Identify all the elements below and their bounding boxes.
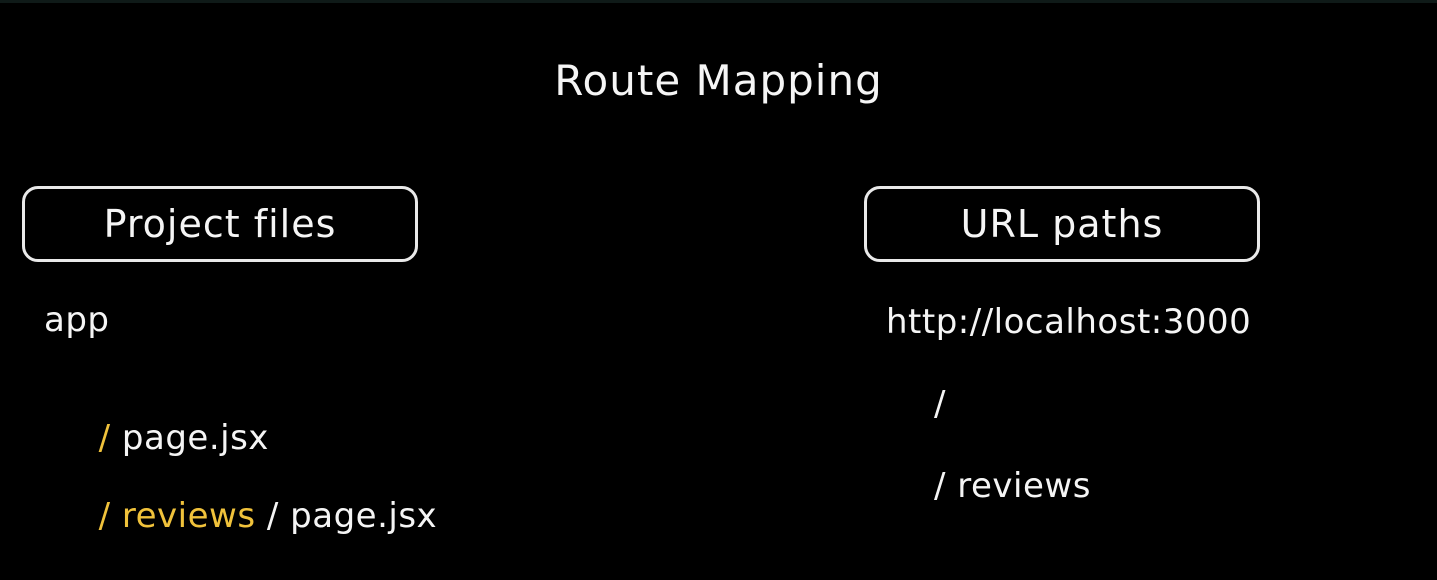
- page-title: Route Mapping: [554, 56, 883, 105]
- file-name: page.jsx: [290, 496, 438, 536]
- file-name: page.jsx: [121, 418, 269, 458]
- url-path-reviews: / reviews: [934, 466, 1091, 506]
- file-row-root: / page.jsx: [76, 378, 269, 458]
- base-url: http://localhost:3000: [886, 302, 1252, 342]
- url-paths-label: URL paths: [960, 202, 1164, 246]
- url-paths-header: URL paths: [864, 186, 1260, 262]
- path-separator: /: [98, 496, 111, 536]
- url-path-root: /: [934, 384, 946, 424]
- project-files-header: Project files: [22, 186, 418, 262]
- path-separator: /: [98, 418, 111, 458]
- file-row-reviews: / reviews / page.jsx: [76, 456, 437, 536]
- project-files-label: Project files: [103, 202, 337, 246]
- top-border: [0, 0, 1437, 3]
- path-separator: /: [266, 496, 279, 536]
- folder-segment: reviews: [121, 496, 256, 536]
- app-folder: app: [44, 300, 110, 340]
